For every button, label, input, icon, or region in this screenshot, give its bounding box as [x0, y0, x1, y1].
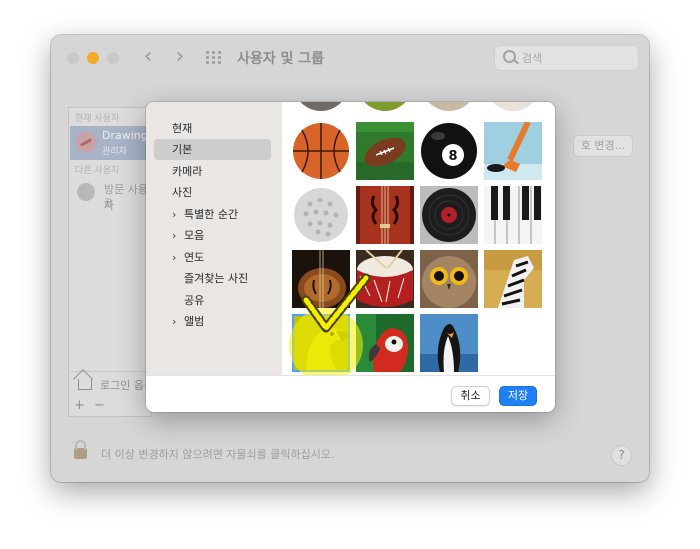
sidebar-item-label: 앨범	[184, 315, 205, 328]
sidebar-item-label: 사진	[172, 186, 193, 199]
chevron-right-icon[interactable]: ›	[172, 311, 176, 332]
change-password-button[interactable]: 호 변경...	[573, 135, 633, 157]
tile-zebra[interactable]	[484, 250, 542, 308]
cancel-button[interactable]: 취소	[451, 386, 490, 406]
chevron-right-icon[interactable]: ›	[172, 247, 176, 268]
sidebar-item-label: 즐겨찾는 사진	[184, 272, 249, 285]
sidebar-item-photos[interactable]: 사진	[154, 182, 271, 203]
tile-owl[interactable]	[420, 250, 478, 308]
chevron-right-icon[interactable]: ›	[172, 225, 176, 246]
minimize-window-button[interactable]	[87, 52, 99, 64]
help-button[interactable]: ?	[611, 445, 632, 466]
tile-golf-ball[interactable]	[292, 186, 350, 244]
tile-drum[interactable]	[356, 250, 414, 308]
picture-grid: 8	[282, 102, 555, 375]
sidebar-item-favorites[interactable]: 즐겨찾는 사진	[154, 268, 271, 289]
window-title: 사용자 및 그룹	[237, 51, 325, 67]
picker-sidebar: 현재 기본 카메라 사진 › 특별한 순간 › 모음 › 연도 즐겨찾는 사진 공유 …	[146, 102, 282, 375]
add-user-button[interactable]: +	[74, 398, 85, 413]
close-window-button[interactable]	[67, 52, 79, 64]
tile-parrot[interactable]	[356, 314, 414, 372]
sidebar-item-label: 모음	[184, 229, 205, 242]
lock-message: 더 이상 변경하지 않으려면 자물쇠를 클릭하십시오.	[101, 448, 335, 461]
tile-guitar[interactable]	[292, 250, 350, 308]
sidebar-item-camera[interactable]: 카메라	[154, 161, 271, 182]
sidebar-item-label: 연도	[184, 251, 205, 264]
partial-tile-3[interactable]	[420, 102, 478, 112]
user-role: 관리자	[102, 147, 127, 157]
sidebar-item-label: 공유	[184, 294, 205, 307]
tile-eagle[interactable]	[292, 314, 350, 372]
tile-basketball[interactable]	[292, 122, 350, 180]
sidebar-item-current[interactable]: 현재	[154, 118, 271, 139]
picture-picker-sheet: 현재 기본 카메라 사진 › 특별한 순간 › 모음 › 연도 즐겨찾는 사진 공유 …	[146, 102, 555, 412]
tile-violin[interactable]	[356, 186, 414, 244]
picker-footer: 취소 저장	[146, 375, 555, 412]
user-name: Drawing	[102, 129, 148, 142]
search-icon	[503, 50, 516, 63]
sidebar-item-moments[interactable]: › 특별한 순간	[154, 204, 271, 225]
sidebar-item-collections[interactable]: › 모음	[154, 225, 271, 246]
search-placeholder: 검색	[522, 52, 543, 65]
svg-text:8: 8	[448, 149, 457, 164]
sidebar-item-label: 기본	[172, 143, 193, 156]
sidebar-item-albums[interactable]: › 앨범	[154, 311, 271, 332]
sidebar-item-label: 현재	[172, 122, 193, 135]
sidebar-item-label: 카메라	[172, 165, 203, 178]
guest-avatar-icon	[77, 183, 95, 201]
login-options-row[interactable]: 로그인 옵션	[68, 371, 154, 400]
zoom-window-button[interactable]	[107, 52, 119, 64]
sidebar-item-defaults[interactable]: 기본	[154, 139, 271, 160]
user-list: 현재 사용자 Drawing 관리자 다른 사용자 방문 사용자 끔	[68, 107, 152, 401]
current-user-section-label: 현재 사용자	[75, 114, 120, 124]
user-row-drawing[interactable]: Drawing 관리자	[70, 126, 151, 160]
tile-hockey[interactable]	[484, 122, 542, 180]
tile-penguin[interactable]	[420, 314, 478, 372]
chevron-right-icon[interactable]: ›	[172, 204, 176, 225]
search-field[interactable]: 검색	[494, 45, 639, 71]
forward-chevron-icon[interactable]: ›	[167, 45, 193, 71]
other-users-section-label: 다른 사용자	[75, 166, 120, 176]
title-bar: ‹ › 사용자 및 그룹 검색	[51, 35, 649, 81]
add-remove-bar: + −	[68, 398, 152, 417]
lock-icon[interactable]	[74, 440, 87, 459]
house-icon	[78, 379, 92, 390]
tile-8-ball[interactable]: 8	[420, 122, 478, 180]
tile-football[interactable]	[356, 122, 414, 180]
sidebar-item-label: 특별한 순간	[184, 208, 239, 221]
save-button[interactable]: 저장	[499, 386, 537, 406]
show-all-grid-icon[interactable]	[206, 51, 222, 65]
partial-tile-2[interactable]	[356, 102, 414, 112]
tile-piano[interactable]	[484, 186, 542, 244]
guest-status: 끔	[104, 199, 113, 209]
partial-tile-4[interactable]	[484, 102, 542, 112]
user-avatar	[76, 132, 96, 152]
remove-user-button[interactable]: −	[94, 398, 105, 413]
sidebar-item-shared[interactable]: 공유	[154, 290, 271, 311]
tile-vinyl-record[interactable]	[420, 186, 478, 244]
back-chevron-icon[interactable]: ‹	[135, 45, 161, 71]
sidebar-item-years[interactable]: › 연도	[154, 247, 271, 268]
partial-tile-1[interactable]	[292, 102, 350, 112]
